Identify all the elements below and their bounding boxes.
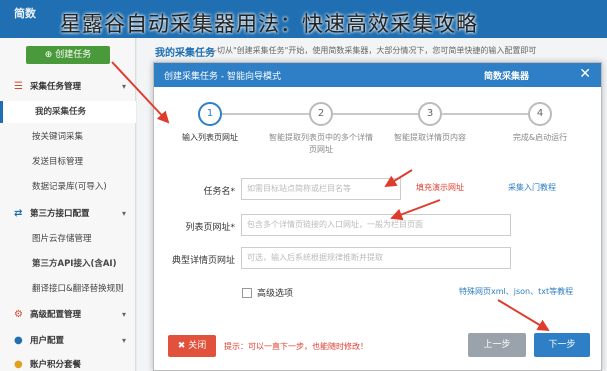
sidebar-group-task-management[interactable]: ☰ 采集任务管理 ▾ [0,76,136,98]
list-url-input[interactable]: 包含多个详情页链接的入口网址，一般为栏目页面 [241,214,511,236]
sidebar: ⊕ 创建任务 ☰ 采集任务管理 ▾ 我的采集任务 按关键词采集 发送目标管理 数… [0,38,136,371]
sidebar-item-send-targets[interactable]: 发送目标管理 [0,151,136,173]
sidebar-item-my-tasks[interactable]: 我的采集任务 [0,101,136,123]
step-4-indicator[interactable]: 4 [528,102,552,126]
gear-icon: ⚙ [14,309,23,320]
sidebar-group-advanced[interactable]: ⚙ 高级配置管理 ▾ [0,304,136,326]
beginner-tutorial-link[interactable]: 采集入门教程 [508,182,556,193]
chevron-down-icon: ▾ [121,336,126,345]
list-icon: ☰ [14,81,23,92]
footer-tip: 提示：可以一直下一步，也能随时修改！ [224,342,368,351]
app-logo: 简数 [14,7,36,20]
sidebar-item-translation[interactable]: 翻译接口&翻译替换规则 [0,278,136,300]
page-title: 我的采集任务 [155,48,215,59]
headline-overlay: 星露谷自动采集器用法：快速高效采集攻略 [60,12,478,36]
sidebar-item-data-records[interactable]: 数据记录库(可导入) [0,176,136,198]
step-2-indicator[interactable]: 2 [309,102,333,126]
next-step-button[interactable]: 下一步 [534,333,590,357]
chevron-down-icon: ▾ [121,82,126,91]
step-3-label: 智能提取详情页内容 [394,133,466,142]
step-4-label: 完成&启动运行 [512,133,568,142]
fill-demo-url-link[interactable]: 填充演示网址 [416,182,464,193]
dialog-brand: 简数采集器 [484,72,530,82]
sidebar-item-third-party-api[interactable]: 第三方API接入(含AI) [0,253,136,275]
step-connector [332,113,418,115]
dialog-header: 创建采集任务 - 智能向导模式 简数采集器 ✕ [154,63,601,87]
chevron-down-icon: ▾ [121,209,126,218]
close-button[interactable]: ✖ 关闭 [168,335,216,357]
dialog-title: 创建采集任务 - 智能向导模式 [164,72,281,82]
sidebar-item-image-storage[interactable]: 图片云存储管理 [0,228,136,250]
detail-url-input[interactable]: 可选，输入后系统根据规律推断并提取 [241,247,511,269]
coin-icon: ● [14,359,23,370]
create-task-dialog: 创建采集任务 - 智能向导模式 简数采集器 ✕ 1 2 3 4 输入列表页网址 … [153,62,602,371]
user-icon: ● [14,335,23,346]
sidebar-group-third-party[interactable]: ⇄ 第三方接口配置 ▾ [0,203,136,225]
step-3-indicator[interactable]: 3 [418,102,442,126]
advanced-options-checkbox[interactable] [242,288,252,298]
step-1-label: 输入列表页网址 [182,133,238,142]
sidebar-item-keyword-collect[interactable]: 按关键词采集 [0,126,136,148]
close-icon[interactable]: ✕ [579,65,591,83]
task-name-label: 任务名* [203,187,235,197]
detail-url-label: 典型详情页网址 [171,256,235,266]
step-1-indicator[interactable]: 1 [198,102,222,126]
sidebar-group-billing[interactable]: ● 账户积分套餐 [0,354,136,371]
chevron-down-icon: ▾ [121,310,126,319]
special-formats-link[interactable]: 特殊网页xml、json、txt等教程 [459,286,573,297]
step-connector [442,113,528,115]
sidebar-group-user[interactable]: ● 用户配置 ▾ [0,330,136,352]
step-connector [222,113,320,115]
list-url-label: 列表页网址* [185,223,235,233]
page-description: —切从"创建采集任务"开始，使用简数采集器，大部分情况下，您可简单快捷的输入配置… [209,46,537,55]
task-name-input[interactable]: 如需目标站点简称或栏目名等 [241,178,401,200]
step-2-label: 智能提取列表页中的多个详情页网址 [269,133,373,154]
create-task-button[interactable]: ⊕ 创建任务 [26,46,110,64]
previous-step-button[interactable]: 上一步 [468,333,526,357]
advanced-options-label: 高级选项 [257,289,294,299]
exchange-icon: ⇄ [14,208,23,219]
plus-icon: ⊕ [44,50,53,60]
